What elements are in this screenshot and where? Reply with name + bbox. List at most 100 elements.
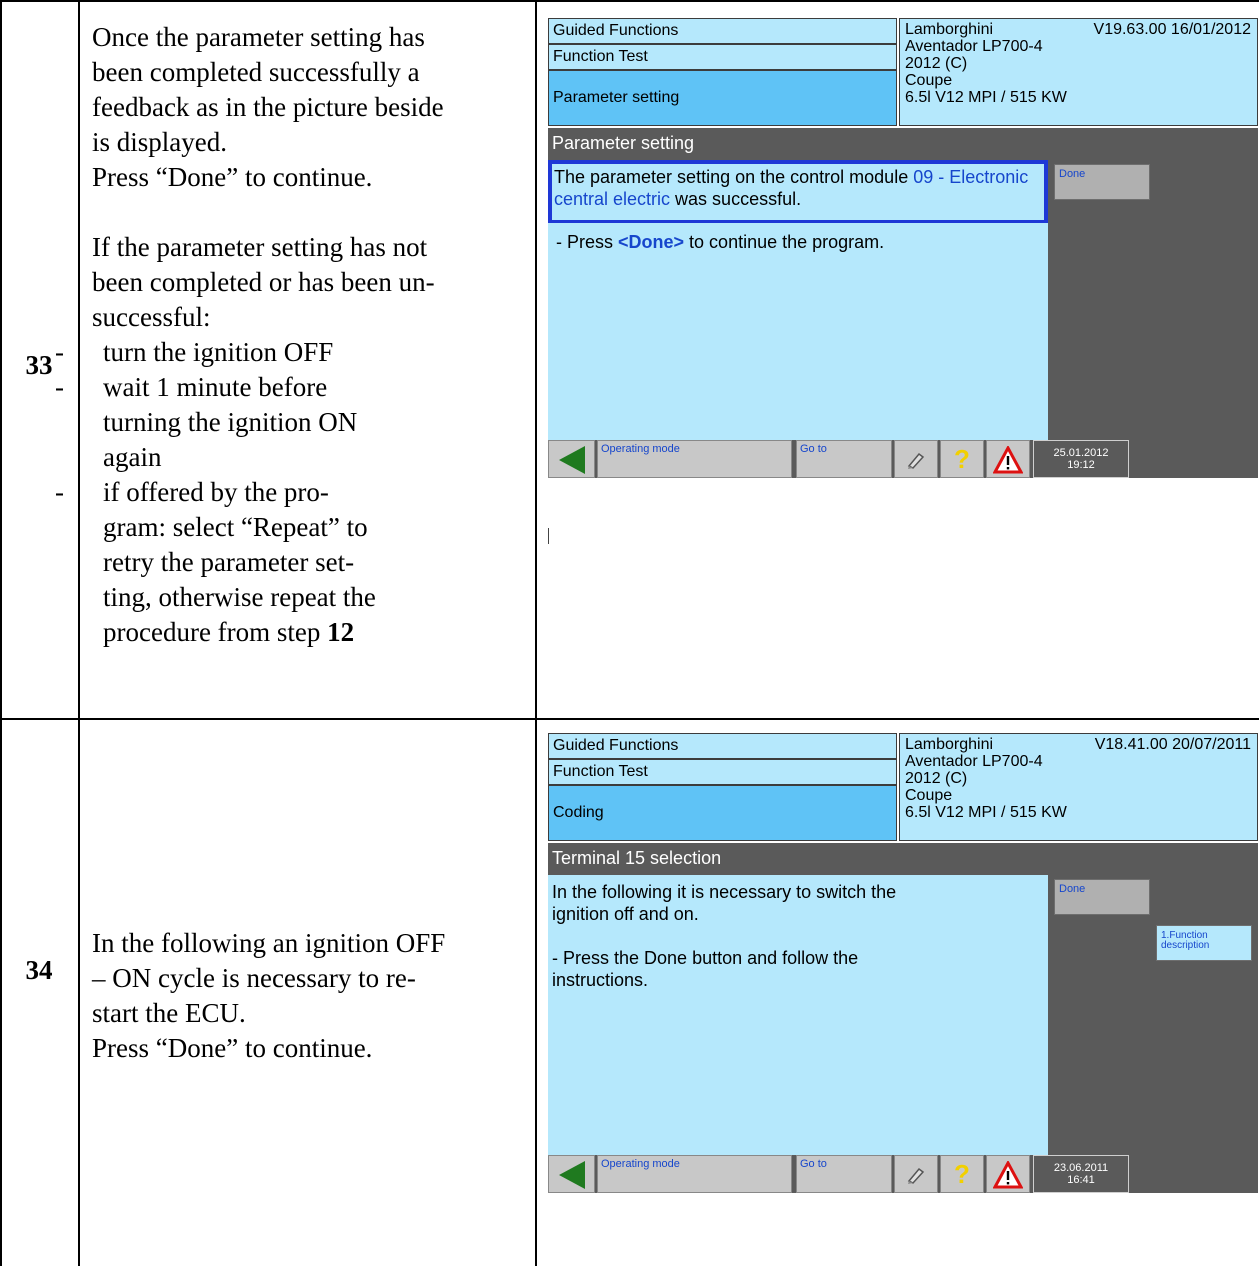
button-label: description <box>1161 940 1210 951</box>
text-line: is displayed. <box>92 127 227 157</box>
date: 25.01.2012 <box>1053 447 1109 459</box>
go-to-button[interactable]: Go to <box>796 440 892 478</box>
warning-button[interactable] <box>986 1155 1030 1193</box>
message-text: was successful. <box>670 189 802 209</box>
help-icon: ? <box>954 1159 970 1189</box>
message-text: instructions. <box>552 970 649 990</box>
table-row-divider <box>0 718 1259 720</box>
back-arrow-icon <box>559 1161 585 1189</box>
date: 23.06.2011 <box>1053 1162 1109 1174</box>
vehicle-engine: 6.5l V12 MPI / 515 KW <box>905 89 1067 106</box>
list-item: - if offered by the pro- gram: select “R… <box>0 475 532 650</box>
message-panel: In the following it is necessary to swit… <box>548 875 1048 1155</box>
help-button[interactable]: ? <box>940 1155 984 1193</box>
software-version: V19.63.00 16/01/2012 <box>1093 21 1251 38</box>
bottom-toolbar: Operating mode Go to ? 23.06.2011 16:41 <box>548 1155 1258 1193</box>
table-top-border <box>0 0 1259 2</box>
help-button[interactable]: ? <box>940 440 984 478</box>
message-text: to continue the program. <box>684 232 885 252</box>
table-image-column-divider <box>535 0 537 1266</box>
header-guided-functions[interactable]: Guided Functions <box>548 18 897 44</box>
header-current-function[interactable]: Parameter setting <box>548 70 897 126</box>
header-current-function[interactable]: Coding <box>548 785 897 841</box>
text-line: procedure from step <box>103 617 321 647</box>
message-text: The parameter setting on the control mod… <box>554 167 914 187</box>
message-text: - Press <box>556 232 619 252</box>
print-button[interactable] <box>894 440 938 478</box>
go-to-button[interactable]: Go to <box>796 1155 892 1193</box>
list-item: - wait 1 minute before turning the ignit… <box>0 370 532 475</box>
vehicle-model: Aventador LP700-4 <box>905 38 1043 55</box>
text-line: if offered by the pro- <box>103 477 329 507</box>
text-line: turn the ignition OFF <box>103 337 334 367</box>
text-line: – ON cycle is necessary to re- <box>92 963 416 993</box>
print-icon <box>907 1167 925 1184</box>
message-text: In the following it is necessary to swit… <box>552 882 897 902</box>
date-time-display: 25.01.2012 19:12 <box>1033 440 1129 478</box>
print-icon <box>907 452 925 469</box>
step-reference: 12 <box>327 617 355 647</box>
text-line: wait 1 minute before <box>103 372 328 402</box>
message-text: ignition off and on. <box>552 904 699 924</box>
back-button[interactable] <box>548 440 595 478</box>
header-guided-functions[interactable]: Guided Functions <box>548 733 897 759</box>
message-text: - Press the Done button and follow the <box>552 948 859 968</box>
function-description-button[interactable]: 1.Function description <box>1156 925 1252 961</box>
bullet-dash: - <box>55 337 64 367</box>
date-time-display: 23.06.2011 16:41 <box>1033 1155 1129 1193</box>
software-version: V18.41.00 20/07/2011 <box>1094 736 1251 753</box>
text-line: If the parameter setting has not <box>92 232 428 262</box>
diagnostic-screenshot-coding: Guided Functions Function Test Coding La… <box>548 733 1258 1193</box>
text-line: retry the parameter set- <box>103 547 355 577</box>
vehicle-model: Aventador LP700-4 <box>905 753 1043 770</box>
text-line: Press “Done” to continue. <box>92 162 373 192</box>
step-number: 34 <box>25 955 53 985</box>
help-icon: ? <box>954 444 970 474</box>
warning-button[interactable] <box>986 440 1030 478</box>
step-33-instructions: Once the parameter setting has been comp… <box>55 20 532 650</box>
bullet-dash: - <box>55 372 64 402</box>
text-line: successful: <box>92 302 211 332</box>
screenshot-edge <box>548 528 549 544</box>
operating-mode-button[interactable]: Operating mode <box>597 1155 792 1193</box>
done-key-label: <Done> <box>618 232 685 252</box>
text-line: gram: select “Repeat” to <box>103 512 368 542</box>
warning-icon <box>992 1159 1024 1189</box>
result-message: The parameter setting on the control mod… <box>548 160 1048 224</box>
text-line: start the ECU. <box>92 998 246 1028</box>
text-line: again <box>103 442 162 472</box>
text-line: Press “Done” to continue. <box>92 1033 373 1063</box>
done-button[interactable]: Done <box>1054 164 1150 200</box>
vehicle-year: 2012 (C) <box>905 770 968 787</box>
time: 19:12 <box>1067 459 1095 471</box>
vehicle-info: Lamborghini V18.41.00 20/07/2011 Aventad… <box>899 733 1258 841</box>
text-line: turning the ignition ON <box>103 407 358 437</box>
diagnostic-screenshot-parameter-setting: Guided Functions Function Test Parameter… <box>548 18 1258 478</box>
screen-title: Terminal 15 selection <box>548 843 1258 873</box>
vehicle-body: Coupe <box>905 72 953 89</box>
back-button[interactable] <box>548 1155 595 1193</box>
warning-icon <box>992 444 1024 474</box>
header-function-test[interactable]: Function Test <box>548 759 897 785</box>
message-instructions: - Press <Done> to continue the program. <box>548 223 1048 440</box>
screen-title: Parameter setting <box>548 128 1258 158</box>
time: 16:41 <box>1067 1174 1095 1186</box>
back-arrow-icon <box>559 446 585 474</box>
text-line: ting, otherwise repeat the <box>103 582 376 612</box>
header-function-test[interactable]: Function Test <box>548 44 897 70</box>
done-button[interactable]: Done <box>1054 879 1150 915</box>
text-line: feedback as in the picture beside <box>92 92 444 122</box>
print-button[interactable] <box>894 1155 938 1193</box>
text-line: Once the parameter setting has <box>92 22 425 52</box>
vehicle-info: Lamborghini V19.63.00 16/01/2012 Aventad… <box>899 18 1258 126</box>
operating-mode-button[interactable]: Operating mode <box>597 440 792 478</box>
bottom-toolbar: Operating mode Go to ? 25.01.2012 19:12 <box>548 440 1258 478</box>
vehicle-body: Coupe <box>905 787 953 804</box>
vehicle-year: 2012 (C) <box>905 55 968 72</box>
text-line: In the following an ignition OFF <box>92 928 446 958</box>
failure-steps-list: - turn the ignition OFF - wait 1 minute … <box>0 335 532 650</box>
text-line: been completed or has been un- <box>92 267 435 297</box>
vehicle-engine: 6.5l V12 MPI / 515 KW <box>905 804 1067 821</box>
list-item: - turn the ignition OFF <box>0 335 532 370</box>
